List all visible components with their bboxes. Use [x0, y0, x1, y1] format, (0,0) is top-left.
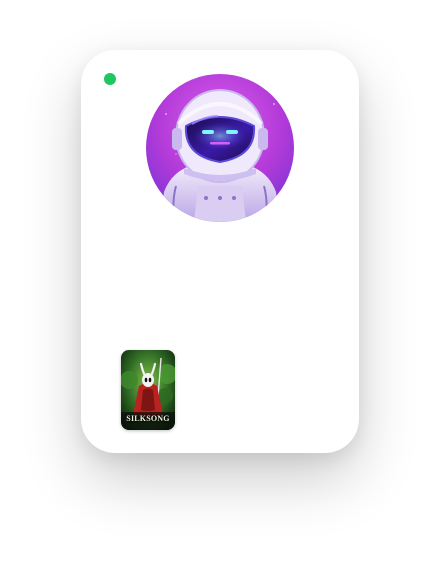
avatar[interactable] — [146, 74, 294, 222]
online-status-icon — [104, 73, 116, 85]
game-cover-title: SILKSONG — [126, 414, 170, 423]
astronaut-avatar-icon — [146, 74, 294, 222]
profile-card: SILKSONG — [81, 50, 359, 453]
game-cover-card[interactable]: SILKSONG — [121, 350, 175, 430]
page: SILKSONG — [0, 0, 440, 564]
